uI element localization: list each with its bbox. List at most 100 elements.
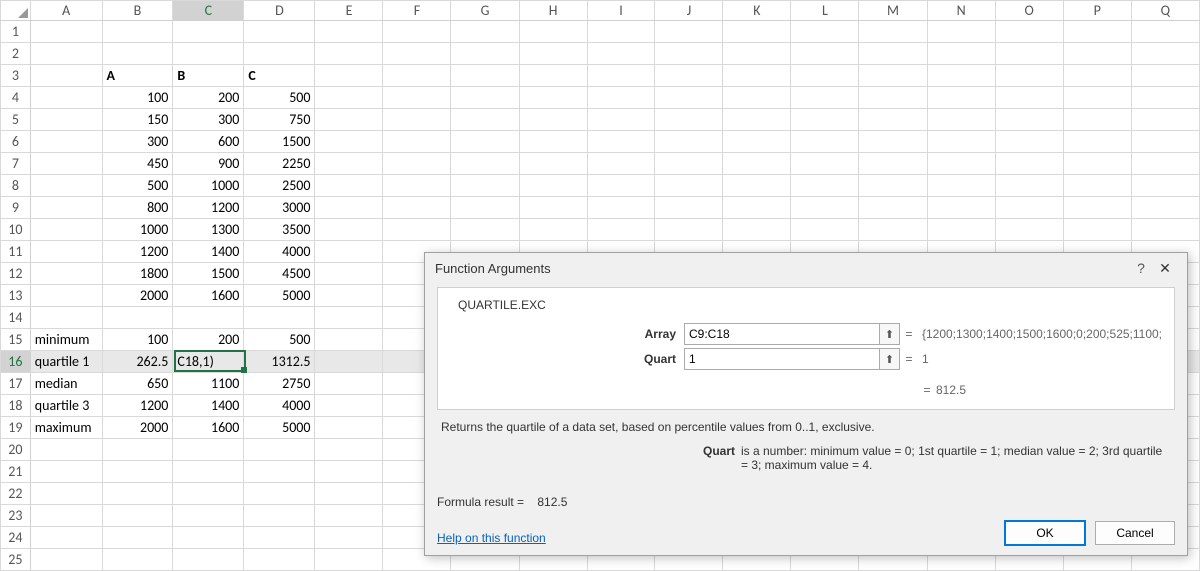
cell-K5[interactable] bbox=[723, 109, 791, 131]
cell-O2[interactable] bbox=[995, 43, 1063, 65]
cell-E22[interactable] bbox=[315, 483, 383, 505]
cell-B7[interactable]: 450 bbox=[102, 153, 173, 175]
cell-A18[interactable]: quartile 3 bbox=[30, 395, 102, 417]
cell-H2[interactable] bbox=[519, 43, 587, 65]
cell-E3[interactable] bbox=[315, 65, 383, 87]
cell-K4[interactable] bbox=[723, 87, 791, 109]
cell-M4[interactable] bbox=[859, 87, 927, 109]
cell-E10[interactable] bbox=[315, 219, 383, 241]
row-header-7[interactable]: 7 bbox=[1, 153, 31, 175]
cell-B18[interactable]: 1200 bbox=[102, 395, 173, 417]
cell-P5[interactable] bbox=[1063, 109, 1131, 131]
cell-O10[interactable] bbox=[995, 219, 1063, 241]
cell-P8[interactable] bbox=[1063, 175, 1131, 197]
cell-M7[interactable] bbox=[859, 153, 927, 175]
cell-M3[interactable] bbox=[859, 65, 927, 87]
cell-H10[interactable] bbox=[519, 219, 587, 241]
cell-A14[interactable] bbox=[30, 307, 102, 329]
cell-G10[interactable] bbox=[451, 219, 519, 241]
cell-J8[interactable] bbox=[655, 175, 723, 197]
cell-D1[interactable] bbox=[244, 21, 315, 43]
row-header-2[interactable]: 2 bbox=[1, 43, 31, 65]
cell-N7[interactable] bbox=[927, 153, 995, 175]
cell-G7[interactable] bbox=[451, 153, 519, 175]
column-header-D[interactable]: D bbox=[244, 1, 315, 21]
cell-I8[interactable] bbox=[587, 175, 655, 197]
column-header-M[interactable]: M bbox=[859, 1, 927, 21]
cell-D15[interactable]: 500 bbox=[244, 329, 315, 351]
cell-O7[interactable] bbox=[995, 153, 1063, 175]
cell-Q10[interactable] bbox=[1131, 219, 1199, 241]
cell-K3[interactable] bbox=[723, 65, 791, 87]
cell-L7[interactable] bbox=[791, 153, 859, 175]
cancel-button[interactable]: Cancel bbox=[1095, 521, 1175, 545]
cell-B12[interactable]: 1800 bbox=[102, 263, 173, 285]
cell-B9[interactable]: 800 bbox=[102, 197, 173, 219]
cell-H3[interactable] bbox=[519, 65, 587, 87]
column-header-P[interactable]: P bbox=[1063, 1, 1131, 21]
cell-N4[interactable] bbox=[927, 87, 995, 109]
cell-L3[interactable] bbox=[791, 65, 859, 87]
cell-F2[interactable] bbox=[383, 43, 451, 65]
cell-C10[interactable]: 1300 bbox=[173, 219, 244, 241]
column-header-Q[interactable]: Q bbox=[1131, 1, 1199, 21]
help-icon[interactable]: ? bbox=[1129, 260, 1153, 276]
cell-E17[interactable] bbox=[315, 373, 383, 395]
cell-H1[interactable] bbox=[519, 21, 587, 43]
row-header-13[interactable]: 13 bbox=[1, 285, 31, 307]
row-header-5[interactable]: 5 bbox=[1, 109, 31, 131]
cell-G5[interactable] bbox=[451, 109, 519, 131]
cell-E11[interactable] bbox=[315, 241, 383, 263]
cell-D13[interactable]: 5000 bbox=[244, 285, 315, 307]
cell-Q4[interactable] bbox=[1131, 87, 1199, 109]
row-header-24[interactable]: 24 bbox=[1, 527, 31, 549]
cell-A15[interactable]: minimum bbox=[30, 329, 102, 351]
cell-D9[interactable]: 3000 bbox=[244, 197, 315, 219]
cell-E5[interactable] bbox=[315, 109, 383, 131]
cell-B6[interactable]: 300 bbox=[102, 131, 173, 153]
cell-G9[interactable] bbox=[451, 197, 519, 219]
cell-G2[interactable] bbox=[451, 43, 519, 65]
cell-E20[interactable] bbox=[315, 439, 383, 461]
cell-F3[interactable] bbox=[383, 65, 451, 87]
cell-J4[interactable] bbox=[655, 87, 723, 109]
range-picker-icon[interactable]: ⬆ bbox=[879, 349, 899, 369]
cell-F10[interactable] bbox=[383, 219, 451, 241]
cell-A19[interactable]: maximum bbox=[30, 417, 102, 439]
cell-L8[interactable] bbox=[791, 175, 859, 197]
row-header-18[interactable]: 18 bbox=[1, 395, 31, 417]
column-header-O[interactable]: O bbox=[995, 1, 1063, 21]
select-all-corner[interactable] bbox=[1, 1, 31, 21]
cell-A16[interactable]: quartile 1 bbox=[30, 351, 102, 373]
cell-D23[interactable] bbox=[244, 505, 315, 527]
cell-D11[interactable]: 4000 bbox=[244, 241, 315, 263]
cell-L4[interactable] bbox=[791, 87, 859, 109]
cell-C20[interactable] bbox=[173, 439, 244, 461]
cell-C11[interactable]: 1400 bbox=[173, 241, 244, 263]
cell-C14[interactable] bbox=[173, 307, 244, 329]
cell-E18[interactable] bbox=[315, 395, 383, 417]
cell-D10[interactable]: 3500 bbox=[244, 219, 315, 241]
cell-K8[interactable] bbox=[723, 175, 791, 197]
cell-C13[interactable]: 1600 bbox=[173, 285, 244, 307]
cell-B20[interactable] bbox=[102, 439, 173, 461]
cell-F9[interactable] bbox=[383, 197, 451, 219]
cell-E1[interactable] bbox=[315, 21, 383, 43]
cell-H4[interactable] bbox=[519, 87, 587, 109]
cell-N5[interactable] bbox=[927, 109, 995, 131]
cell-D22[interactable] bbox=[244, 483, 315, 505]
cell-C8[interactable]: 1000 bbox=[173, 175, 244, 197]
cell-A8[interactable] bbox=[30, 175, 102, 197]
cell-F4[interactable] bbox=[383, 87, 451, 109]
cell-B16[interactable]: 262.5 bbox=[102, 351, 173, 373]
column-header-I[interactable]: I bbox=[587, 1, 655, 21]
cell-G3[interactable] bbox=[451, 65, 519, 87]
row-header-1[interactable]: 1 bbox=[1, 21, 31, 43]
cell-F6[interactable] bbox=[383, 131, 451, 153]
cell-B23[interactable] bbox=[102, 505, 173, 527]
cell-O4[interactable] bbox=[995, 87, 1063, 109]
column-header-K[interactable]: K bbox=[723, 1, 791, 21]
cell-D5[interactable]: 750 bbox=[244, 109, 315, 131]
cell-C23[interactable] bbox=[173, 505, 244, 527]
cell-B19[interactable]: 2000 bbox=[102, 417, 173, 439]
